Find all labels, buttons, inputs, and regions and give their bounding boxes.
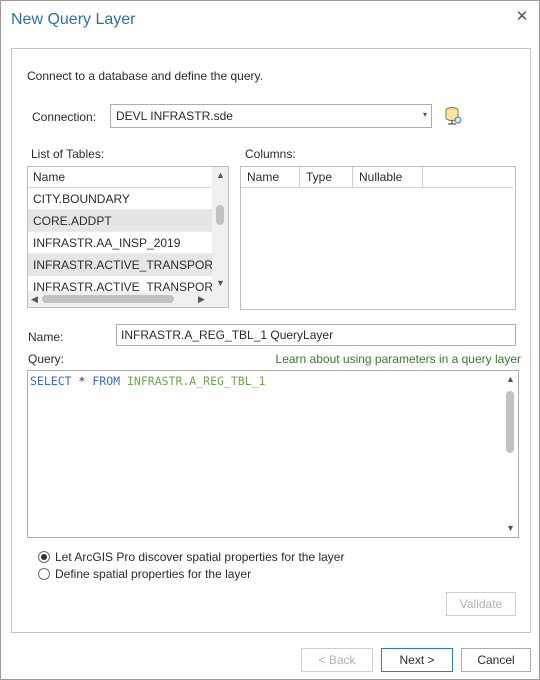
list-of-tables-label: List of Tables: [31, 147, 105, 161]
columns-label: Columns: [245, 147, 296, 161]
tables-name-header: Name [33, 170, 66, 184]
sql-table-name: INFRASTR.A_REG_TBL_1 [127, 374, 266, 388]
query-text: SELECT * FROM INFRASTR.A_REG_TBL_1 [30, 374, 265, 388]
layer-name-field[interactable]: INFRASTR.A_REG_TBL_1 QueryLayer [116, 324, 516, 346]
sql-star: * [78, 374, 86, 388]
column-header-nullable[interactable]: Nullable [353, 167, 423, 187]
scroll-thumb[interactable] [506, 391, 514, 453]
tables-list[interactable]: Name CITY.BOUNDARY CORE.ADDPT INFRASTR.A… [27, 166, 229, 308]
scroll-up-icon[interactable]: ▲ [216, 169, 225, 181]
validate-button[interactable]: Validate [446, 592, 516, 616]
cancel-button[interactable]: Cancel [461, 648, 531, 672]
table-row[interactable]: CITY.BOUNDARY [28, 188, 212, 210]
name-label: Name: [28, 330, 64, 344]
dialog-title: New Query Layer [11, 11, 136, 28]
database-connection-icon[interactable] [444, 106, 462, 126]
scrollbar-corner [212, 291, 228, 307]
connection-dropdown[interactable]: DEVL INFRASTR.sde ▾ [110, 104, 432, 128]
tables-horizontal-scrollbar[interactable]: ◀ ▶ [28, 291, 212, 307]
intro-text: Connect to a database and define the que… [27, 69, 263, 83]
column-header-name[interactable]: Name [241, 167, 300, 187]
scroll-down-icon[interactable]: ▼ [506, 522, 515, 534]
discover-spatial-radio[interactable] [38, 551, 50, 563]
scroll-thumb[interactable] [42, 295, 174, 303]
connection-value: DEVL INFRASTR.sde [116, 109, 233, 123]
columns-header-row: Name Type Nullable [241, 167, 513, 188]
sql-keyword: SELECT [30, 374, 72, 388]
scroll-left-icon[interactable]: ◀ [31, 293, 38, 305]
layer-name-value: INFRASTR.A_REG_TBL_1 QueryLayer [121, 328, 334, 342]
table-row[interactable]: CORE.ADDPT [28, 210, 212, 232]
chevron-down-icon: ▾ [422, 110, 427, 119]
next-button[interactable]: Next > [381, 648, 453, 672]
scroll-up-icon[interactable]: ▲ [506, 373, 515, 385]
columns-grid[interactable]: Name Type Nullable [240, 166, 516, 310]
close-icon[interactable]: ✕ [515, 9, 529, 24]
tables-column-header[interactable]: Name [28, 167, 212, 188]
query-editor[interactable]: SELECT * FROM INFRASTR.A_REG_TBL_1 ▲ ▼ [27, 370, 519, 538]
column-header-type[interactable]: Type [300, 167, 353, 187]
scroll-right-icon[interactable]: ▶ [198, 293, 205, 305]
define-spatial-label[interactable]: Define spatial properties for the layer [55, 567, 251, 581]
connection-label: Connection: [32, 110, 97, 124]
sql-keyword: FROM [92, 374, 121, 388]
scroll-down-icon[interactable]: ▼ [216, 277, 225, 289]
query-label: Query: [28, 352, 65, 366]
table-row[interactable]: INFRASTR.ACTIVE_TRANSPORTATI [28, 254, 212, 276]
table-row[interactable]: INFRASTR.AA_INSP_2019 [28, 232, 212, 254]
scroll-thumb[interactable] [216, 205, 224, 225]
tables-vertical-scrollbar[interactable]: ▲ ▼ [212, 167, 228, 291]
query-vertical-scrollbar[interactable]: ▲ ▼ [502, 371, 518, 537]
query-parameters-help-link[interactable]: Learn about using parameters in a query … [276, 352, 521, 366]
define-spatial-radio[interactable] [38, 568, 50, 580]
discover-spatial-label[interactable]: Let ArcGIS Pro discover spatial properti… [55, 550, 344, 564]
new-query-layer-dialog: New Query Layer ✕ Connect to a database … [0, 0, 540, 680]
back-button[interactable]: < Back [301, 648, 373, 672]
query-panel: Connect to a database and define the que… [11, 48, 531, 633]
